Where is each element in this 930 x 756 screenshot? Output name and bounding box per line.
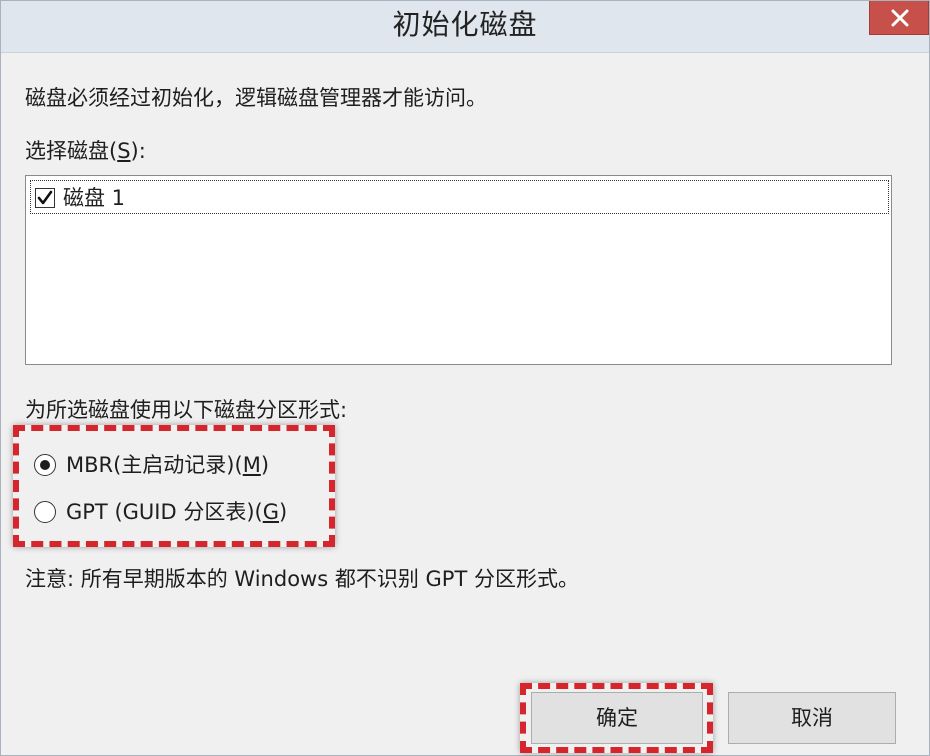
partition-options-highlight: [13, 425, 335, 547]
ok-button-highlight: [520, 683, 713, 753]
initialize-disk-dialog: 初始化磁盘 磁盘必须经过初始化，逻辑磁盘管理器才能访问。 选择磁盘(S): 磁盘…: [0, 0, 930, 756]
compatibility-note: 注意: 所有早期版本的 Windows 都不识别 GPT 分区形式。: [25, 567, 579, 591]
close-icon: [891, 9, 909, 27]
disk-checkbox[interactable]: [35, 188, 55, 208]
partition-style-label: 为所选磁盘使用以下磁盘分区形式:: [25, 398, 348, 422]
select-disk-label: 选择磁盘(S):: [25, 139, 146, 163]
checkmark-icon: [37, 190, 53, 205]
close-button[interactable]: [869, 1, 929, 35]
dialog-title: 初始化磁盘: [392, 8, 538, 41]
disk-list[interactable]: 磁盘 1: [25, 175, 892, 365]
cancel-button[interactable]: 取消: [728, 692, 896, 744]
init-message: 磁盘必须经过初始化，逻辑磁盘管理器才能访问。: [25, 86, 487, 110]
list-item[interactable]: 磁盘 1: [30, 180, 889, 214]
title-bar: 初始化磁盘: [1, 1, 929, 53]
disk-label: 磁盘 1: [63, 186, 126, 210]
